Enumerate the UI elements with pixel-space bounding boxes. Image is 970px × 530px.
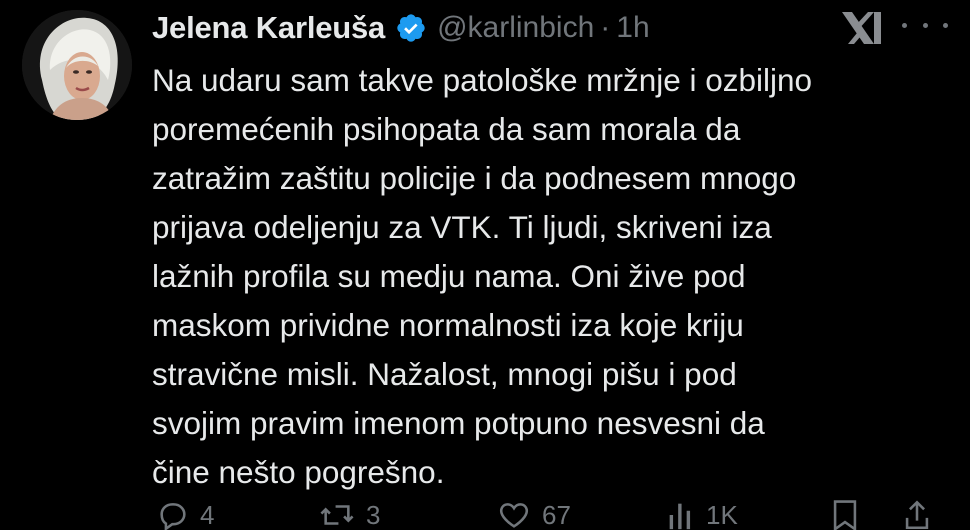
avatar-image	[22, 10, 132, 120]
tweet-line: čine nešto pogrešno.	[152, 454, 445, 490]
display-name[interactable]: Jelena Karleuša	[152, 10, 385, 46]
views-button[interactable]: 1K	[666, 498, 738, 530]
separator-dot: ·	[600, 11, 611, 44]
more-dot	[902, 22, 907, 28]
like-button[interactable]: 67	[496, 498, 571, 530]
tweet-line: prijava odeljenju za VTK. Ti ljudi, skri…	[152, 209, 772, 245]
like-count: 67	[542, 499, 571, 530]
heart-icon	[499, 503, 529, 528]
x-logo-icon	[838, 8, 886, 48]
share-icon	[905, 500, 929, 530]
reply-button[interactable]: 4	[156, 498, 214, 530]
views-count: 1K	[706, 499, 738, 530]
reply-icon	[160, 503, 186, 530]
tweet-card[interactable]: Jelena Karleuša @karlinbich · 1h Na udar…	[0, 0, 970, 530]
handle[interactable]: @karlinbich	[437, 11, 594, 45]
tweet-line: svojim pravim imenom potpuno nesvesni da	[152, 405, 765, 441]
tweet-header: Jelena Karleuša @karlinbich · 1h	[152, 6, 650, 50]
bookmark-icon	[833, 500, 857, 530]
bookmark-button[interactable]	[830, 498, 870, 530]
reply-count: 4	[200, 499, 215, 530]
avatar[interactable]	[22, 10, 132, 120]
tweet-line: Na udaru sam takve patološke mržnje i oz…	[152, 62, 813, 98]
more-dot	[922, 22, 928, 28]
timestamp[interactable]: 1h	[616, 11, 649, 45]
repost-button[interactable]: 3	[318, 498, 380, 530]
share-button[interactable]	[902, 498, 942, 530]
tweet-text: Na udaru sam takve patološke mržnje i oz…	[152, 56, 942, 497]
tweet-line: zatražim zaštitu policije i da podnesem …	[152, 160, 797, 196]
tweet-line: maskom prividne normalnosti iza koje kri…	[152, 307, 744, 343]
tweet-line: lažnih profila su medju nama. Oni žive p…	[152, 258, 746, 294]
repost-count: 3	[366, 499, 381, 530]
more-dot	[943, 22, 948, 28]
verified-badge-icon	[395, 12, 427, 44]
tweet-line: poremećenih psihopata da sam morala da	[152, 111, 741, 147]
more-dots-icon[interactable]	[902, 10, 948, 40]
repost-icon	[320, 505, 354, 525]
views-icon	[669, 503, 691, 530]
tweet-line: stravične misli. Nažalost, mnogi pišu i …	[152, 356, 737, 392]
action-bar: 4 3 67 1K	[152, 498, 952, 530]
